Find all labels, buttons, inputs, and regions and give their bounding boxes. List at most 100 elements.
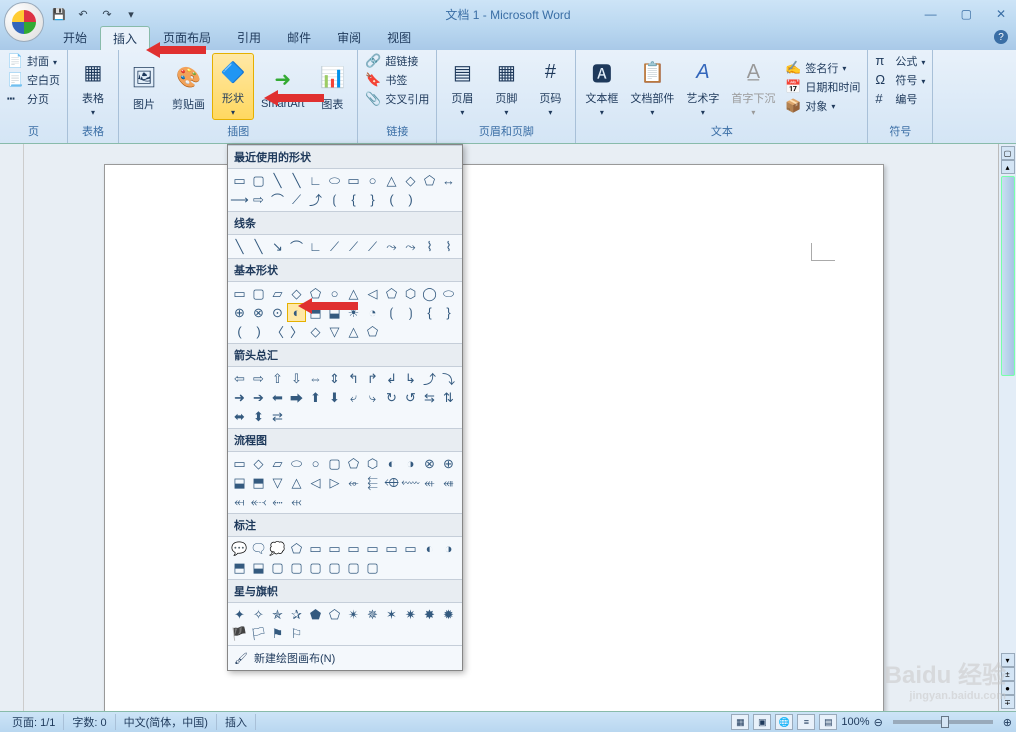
shape-item[interactable]: ▭	[363, 539, 382, 558]
shape-item[interactable]: ◇	[287, 284, 306, 303]
scroll-track[interactable]	[1001, 176, 1015, 651]
zoom-thumb[interactable]	[941, 716, 949, 728]
crossref-button[interactable]: 📎交叉引用	[362, 90, 432, 108]
shape-item[interactable]: ⇦	[230, 369, 249, 388]
shape-item[interactable]: ⬅	[268, 388, 287, 407]
shape-item[interactable]: ∟	[306, 171, 325, 190]
shape-item[interactable]: ◁	[363, 284, 382, 303]
shape-item[interactable]: ▢	[249, 171, 268, 190]
shape-item[interactable]: }	[363, 190, 382, 209]
shape-item[interactable]: ⌇	[439, 237, 458, 256]
tab-references[interactable]: 引用	[224, 25, 274, 50]
shape-item[interactable]: ⊗	[420, 454, 439, 473]
datetime-button[interactable]: 📅日期和时间	[782, 78, 863, 96]
hyperlink-button[interactable]: 🔗超链接	[362, 52, 421, 70]
shape-item[interactable]: ◁	[306, 473, 325, 492]
shape-item[interactable]: ⬠	[344, 454, 363, 473]
shape-item[interactable]: ⤷	[363, 388, 382, 407]
shape-item[interactable]: ↔	[439, 171, 458, 190]
shape-item[interactable]: ▭	[325, 539, 344, 558]
shape-item[interactable]: ⬠	[306, 284, 325, 303]
shape-item[interactable]: 〈	[268, 322, 287, 341]
shape-item[interactable]: ⤴	[420, 369, 439, 388]
textbox-button[interactable]: 🅰文本框▾	[580, 53, 623, 120]
shape-item[interactable]: ↱	[363, 369, 382, 388]
shape-item[interactable]: ↘	[268, 237, 287, 256]
shape-item[interactable]: ▢	[363, 558, 382, 577]
shape-item[interactable]: ⊗	[249, 303, 268, 322]
tab-view[interactable]: 视图	[374, 25, 424, 50]
shape-item[interactable]: ⊕	[230, 303, 249, 322]
close-button[interactable]: ✕	[990, 5, 1012, 23]
shape-item[interactable]: }	[439, 303, 458, 322]
shape-item[interactable]: ⬲	[382, 473, 401, 492]
shape-item[interactable]: ⇧	[268, 369, 287, 388]
shape-item[interactable]: ➜	[230, 388, 249, 407]
shape-item[interactable]: ○	[363, 171, 382, 190]
shape-item[interactable]: ▽	[268, 473, 287, 492]
shape-item[interactable]: ⬓	[230, 473, 249, 492]
table-button[interactable]: ▦表格▾	[72, 53, 114, 120]
shape-item[interactable]: ⬹	[287, 492, 306, 511]
shape-item[interactable]: ⇩	[287, 369, 306, 388]
quickparts-button[interactable]: 📋文档部件▾	[625, 53, 679, 120]
qat-customize-icon[interactable]: ▾	[122, 5, 140, 23]
tab-mailings[interactable]: 邮件	[274, 25, 324, 50]
shape-item[interactable]: ⬠	[420, 171, 439, 190]
scroll-thumb[interactable]	[1001, 176, 1015, 376]
shape-item[interactable]: ⬒	[306, 303, 325, 322]
shape-item[interactable]: ◑	[439, 539, 458, 558]
shape-item[interactable]: ∟	[306, 237, 325, 256]
shape-item[interactable]: ╲	[230, 237, 249, 256]
shape-item[interactable]: ⇆	[420, 388, 439, 407]
shape-item[interactable]: ✵	[363, 605, 382, 624]
shape-item[interactable]: ▱	[268, 454, 287, 473]
shape-item[interactable]: ⬠	[287, 539, 306, 558]
shape-item[interactable]: ⟋	[325, 237, 344, 256]
document-page[interactable]	[104, 164, 884, 711]
shape-item[interactable]: (	[382, 190, 401, 209]
shapes-button[interactable]: 🔷形状▾	[212, 53, 254, 120]
shape-item[interactable]: ▢	[268, 558, 287, 577]
shape-item[interactable]: ◑	[401, 454, 420, 473]
shape-item[interactable]: ▢	[325, 454, 344, 473]
shape-item[interactable]: ⌇	[420, 237, 439, 256]
new-drawing-canvas[interactable]: 🖌 新建绘图画布(N)	[228, 645, 462, 670]
shape-item[interactable]: ✰	[287, 605, 306, 624]
shape-item[interactable]: ▱	[268, 284, 287, 303]
tab-pagelayout[interactable]: 页面布局	[150, 25, 224, 50]
minimize-button[interactable]: —	[919, 5, 943, 23]
shape-item[interactable]: ⬇	[325, 388, 344, 407]
dropcap-button[interactable]: A̲首字下沉▾	[726, 53, 780, 120]
shape-item[interactable]: ⤴	[306, 190, 325, 209]
shape-item[interactable]: ⚑	[268, 624, 287, 643]
shape-item[interactable]: ▽	[325, 322, 344, 341]
picture-button[interactable]: 🖼图片	[123, 59, 165, 115]
shape-item[interactable]: ▭	[306, 539, 325, 558]
shape-item[interactable]: 🏳	[249, 624, 268, 643]
shape-item[interactable]: ⬓	[325, 303, 344, 322]
ruler-toggle-icon[interactable]: ▢	[1001, 146, 1015, 160]
shape-item[interactable]: ☀	[344, 303, 363, 322]
shape-item[interactable]: ↰	[344, 369, 363, 388]
shape-item[interactable]: ✯	[268, 605, 287, 624]
shape-item[interactable]: ╲	[268, 171, 287, 190]
pagenumber-button[interactable]: #页码▾	[529, 53, 571, 120]
shape-item[interactable]: ⟋	[344, 237, 363, 256]
tab-insert[interactable]: 插入	[100, 26, 150, 50]
shape-item[interactable]: ▢	[344, 558, 363, 577]
shape-item[interactable]: ⬠	[325, 605, 344, 624]
equation-button[interactable]: π公式▾	[872, 52, 928, 70]
shape-item[interactable]: ⬠	[363, 322, 382, 341]
shape-item[interactable]: ▭	[344, 171, 363, 190]
shape-item[interactable]: ⟮	[382, 303, 401, 322]
wordart-button[interactable]: A艺术字▾	[681, 53, 724, 120]
shape-item[interactable]: ⬟	[306, 605, 325, 624]
page-break-button[interactable]: ┅分页	[4, 90, 52, 108]
shape-item[interactable]: ⬳	[401, 473, 420, 492]
shape-item[interactable]: ▭	[344, 539, 363, 558]
shape-item[interactable]: ↳	[401, 369, 420, 388]
object-button[interactable]: 📦对象▾	[782, 97, 863, 115]
shape-item[interactable]: ⟶	[230, 190, 249, 209]
number-button[interactable]: #编号	[872, 90, 920, 108]
